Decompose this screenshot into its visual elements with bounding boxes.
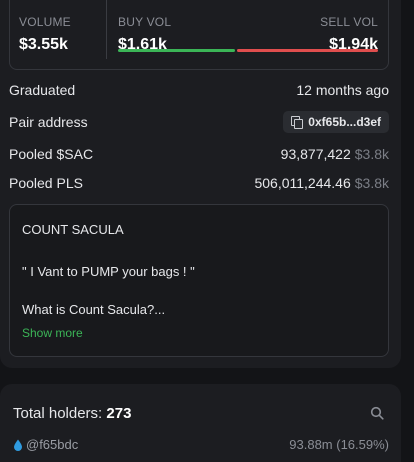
holders-card: Total holders: 273 @f65bdc 93.88m (16.59… bbox=[0, 384, 401, 462]
pair-address-row: Pair address 0xf65b...d3ef bbox=[9, 110, 389, 134]
description-quote: " I Vant to PUMP your bags ! " bbox=[22, 264, 195, 279]
sell-ratio-bar bbox=[237, 49, 378, 52]
pooled-sac-row: Pooled $SAC 93,877,422 $3.8k bbox=[9, 142, 389, 166]
pooled-pls-usd: $3.8k bbox=[354, 175, 389, 191]
copy-icon bbox=[291, 116, 304, 129]
sell-vol-label: SELL VOL bbox=[320, 15, 378, 29]
description-spacer-2 bbox=[22, 280, 376, 302]
holder-address: @f65bdc bbox=[13, 437, 78, 452]
pooled-pls-value: 506,011,244.46 bbox=[254, 175, 351, 191]
holder-row[interactable]: @f65bdc 93.88m (16.59%) bbox=[13, 437, 389, 452]
token-description-card: COUNT SACULA " I Vant to PUMP your bags … bbox=[9, 204, 389, 357]
volume-stat: VOLUME $3.55k bbox=[19, 15, 71, 54]
volume-stats-card: VOLUME $3.55k BUY VOL $1.61k SELL VOL $1… bbox=[9, 0, 389, 70]
pooled-sac-usd: $3.8k bbox=[354, 146, 389, 162]
buy-ratio-bar bbox=[118, 49, 235, 52]
description-teaser: What is Count Sacula?... bbox=[22, 302, 166, 317]
description-title: COUNT SACULA bbox=[22, 222, 124, 237]
total-holders-count: 273 bbox=[106, 405, 132, 422]
volume-value: $3.55k bbox=[19, 36, 68, 53]
buy-sell-stats: BUY VOL $1.61k SELL VOL $1.94k bbox=[118, 0, 378, 61]
total-holders-label: Total holders: bbox=[13, 405, 103, 422]
pooled-sac-label: Pooled $SAC bbox=[9, 146, 94, 162]
holder-amount: 93.88m (16.59%) bbox=[289, 437, 389, 452]
water-drop-icon bbox=[14, 439, 22, 451]
holder-address-text: @f65bdc bbox=[26, 437, 79, 452]
volume-label: VOLUME bbox=[19, 15, 71, 29]
show-more-link[interactable]: Show more bbox=[22, 326, 376, 340]
total-holders: Total holders: 273 bbox=[13, 405, 131, 422]
graduated-row: Graduated 12 months ago bbox=[9, 78, 389, 102]
pooled-pls-amount: 506,011,244.46 $3.8k bbox=[254, 175, 389, 191]
pooled-sac-value: 93,877,422 bbox=[280, 146, 351, 162]
buy-vol-label: BUY VOL bbox=[118, 15, 172, 29]
pooled-pls-label: Pooled PLS bbox=[9, 175, 83, 191]
stats-divider bbox=[106, 0, 107, 59]
pooled-sac-amount: 93,877,422 $3.8k bbox=[281, 146, 389, 162]
search-icon[interactable] bbox=[370, 406, 384, 420]
graduated-label: Graduated bbox=[9, 82, 76, 98]
pair-address-label: Pair address bbox=[9, 114, 88, 130]
pair-address-copy-button[interactable]: 0xf65b...d3ef bbox=[283, 111, 389, 133]
graduated-value: 12 months ago bbox=[296, 82, 389, 98]
pooled-pls-row: Pooled PLS 506,011,244.46 $3.8k bbox=[9, 171, 389, 195]
pair-address-value: 0xf65b...d3ef bbox=[308, 115, 381, 129]
token-info-panel: VOLUME $3.55k BUY VOL $1.61k SELL VOL $1… bbox=[0, 0, 401, 368]
